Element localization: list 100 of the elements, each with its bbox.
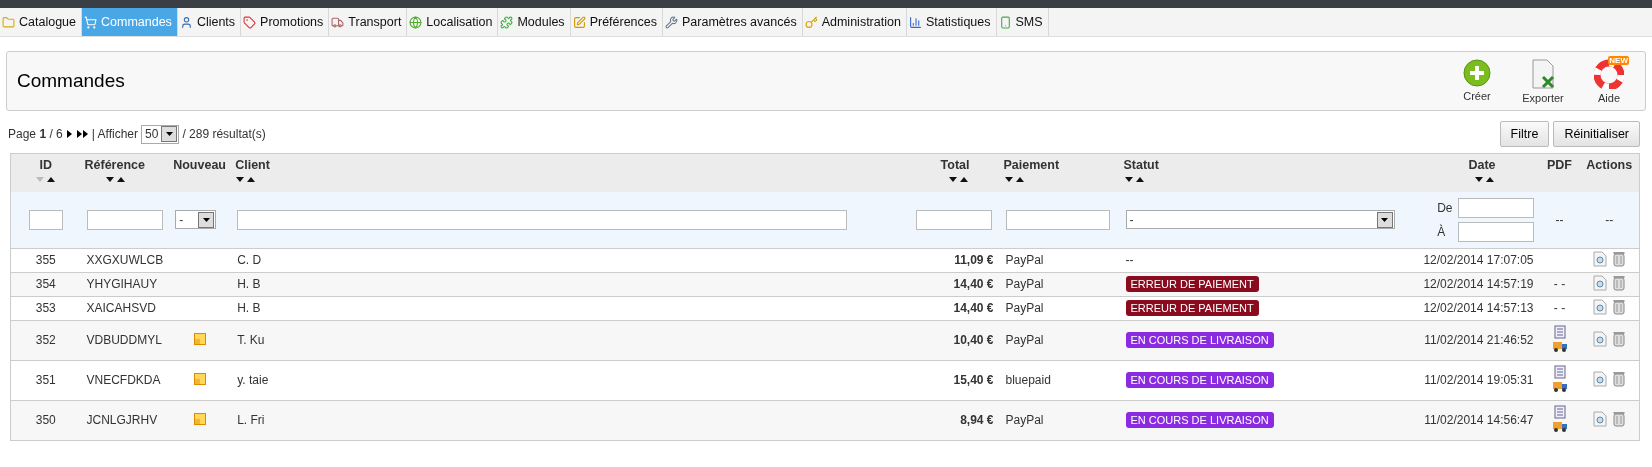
table-cell: PayPal (1005, 301, 1044, 315)
table-cell: -- (1579, 192, 1640, 248)
sort-arrows-icon[interactable] (1473, 176, 1496, 183)
page-label: Page 1 / 6 (8, 127, 63, 141)
page-title: Commandes (17, 70, 125, 92)
column-header: Total (940, 158, 970, 172)
date-to-label: À (1437, 224, 1447, 239)
invoice-and-delivery-icons[interactable] (1551, 324, 1568, 353)
sort-arrows-icon[interactable] (235, 176, 258, 183)
table-cell: 11/02/2014 19:05:31 (1424, 373, 1534, 387)
tag-icon (243, 15, 257, 29)
nav-tab[interactable]: Administration (802, 8, 907, 36)
wrench-icon (665, 15, 679, 29)
table-cell: 11/02/2014 21:46:52 (1424, 333, 1534, 347)
table-cell: H. B (237, 301, 261, 315)
table-cell: T. Ku (237, 333, 265, 347)
invoice-and-delivery-icons[interactable] (1551, 364, 1568, 393)
toolbar-button[interactable]: Exporter (1517, 58, 1569, 104)
table-cell: - - (1553, 277, 1566, 291)
table-cell: H. B (237, 277, 261, 291)
dropdown-caret-icon[interactable] (1376, 211, 1393, 228)
table-cell: 14,40 € (953, 277, 994, 291)
new-badge: NEW (1608, 55, 1629, 65)
table-cell: 353 (35, 301, 56, 315)
globe-icon (409, 15, 423, 29)
last-page-icon[interactable] (75, 129, 89, 139)
table-cell: XAICAHSVD (86, 301, 156, 315)
nav-tab[interactable]: Transport (329, 8, 408, 36)
table-cell: 11/02/2014 14:56:47 (1424, 413, 1534, 427)
key-icon (804, 15, 818, 29)
spreadsheet-file-icon (1529, 58, 1557, 89)
table-cell: C. D (237, 253, 262, 267)
table-cell: XXGXUWLCB (86, 253, 164, 267)
puzzle-icon (500, 15, 514, 29)
table-cell: 12/02/2014 17:07:05 (1423, 253, 1534, 267)
delete-icon[interactable] (1613, 370, 1626, 387)
nav-tab[interactable]: Statistiques (906, 8, 997, 36)
column-header: Actions (1586, 158, 1633, 172)
delete-icon[interactable] (1613, 298, 1626, 315)
nav-tab[interactable]: Localisation (407, 8, 499, 36)
cart-icon (84, 15, 97, 29)
truck-icon (331, 15, 345, 29)
folder-icon (2, 15, 15, 29)
toolbar-button[interactable]: NEW Aide (1583, 58, 1635, 104)
status-badge: ERREUR DE PAIEMENT (1125, 300, 1259, 316)
view-icon[interactable] (1593, 330, 1608, 347)
filter-button[interactable]: Réinitialiser (1553, 121, 1640, 147)
sort-arrows-icon[interactable] (34, 176, 57, 183)
column-header: Paiement (1003, 158, 1060, 172)
reference-filter-field[interactable] (86, 209, 164, 230)
nav-tab[interactable]: SMS (996, 8, 1049, 36)
status-badge: EN COURS DE LIVRAISON (1125, 332, 1274, 348)
filter-button[interactable]: Filtre (1499, 121, 1550, 147)
per-page-select[interactable]: 50 (141, 124, 180, 144)
nav-tab[interactable]: Clients (177, 8, 242, 36)
nav-tab[interactable]: Modules (498, 8, 571, 36)
toolbar-button[interactable]: Créer (1451, 58, 1503, 104)
delete-icon[interactable] (1613, 410, 1626, 427)
sort-arrows-icon[interactable] (104, 176, 127, 183)
status-filter-select[interactable]: - (1125, 210, 1395, 230)
table-cell: 355 (35, 253, 56, 267)
next-page-icon[interactable] (65, 129, 73, 139)
payment-filter-field[interactable] (1005, 209, 1110, 230)
person-icon (179, 15, 193, 29)
dropdown-caret-icon[interactable] (161, 126, 178, 142)
client-filter-field[interactable] (237, 209, 848, 230)
sort-arrows-icon[interactable] (947, 176, 970, 183)
table-cell: 12/02/2014 14:57:13 (1423, 301, 1534, 315)
delete-icon[interactable] (1613, 274, 1626, 291)
date-from-field[interactable] (1457, 197, 1534, 218)
table-cell: 350 (35, 413, 56, 427)
table-cell: JCNLGJRHV (86, 413, 158, 427)
table-cell: 12/02/2014 14:57:19 (1423, 277, 1534, 291)
table-cell: 14,40 € (953, 301, 994, 315)
plus-circle-icon (1463, 58, 1491, 87)
view-icon[interactable] (1593, 410, 1608, 427)
results-count: / 289 résultat(s) (182, 127, 266, 141)
nav-tab[interactable]: Paramètres avancés (663, 8, 803, 36)
table-cell: VDBUDDMYL (86, 333, 162, 347)
sort-arrows-icon[interactable] (1123, 176, 1146, 183)
view-icon[interactable] (1593, 274, 1608, 291)
nav-tab[interactable]: Préférences (570, 8, 664, 36)
sort-arrows-icon[interactable] (1003, 176, 1026, 183)
total-filter-field[interactable] (915, 209, 992, 230)
date-to-field[interactable] (1457, 221, 1534, 242)
table-cell: 352 (35, 333, 56, 347)
view-icon[interactable] (1593, 250, 1608, 267)
delete-icon[interactable] (1613, 330, 1626, 347)
view-icon[interactable] (1593, 370, 1608, 387)
delete-icon[interactable] (1613, 250, 1626, 267)
invoice-and-delivery-icons[interactable] (1551, 404, 1568, 433)
table-cell: YHYGIHAUY (86, 277, 158, 291)
table-cell: VNECFDKDA (86, 373, 161, 387)
dropdown-caret-icon[interactable] (198, 211, 215, 228)
nav-tab[interactable]: Promotions (241, 8, 330, 36)
view-icon[interactable] (1593, 298, 1608, 315)
table-cell: PayPal (1005, 277, 1044, 291)
new-filter-select[interactable]: - (175, 210, 217, 230)
table-cell: bluepaid (1005, 373, 1051, 387)
id-filter-field[interactable] (29, 209, 63, 230)
